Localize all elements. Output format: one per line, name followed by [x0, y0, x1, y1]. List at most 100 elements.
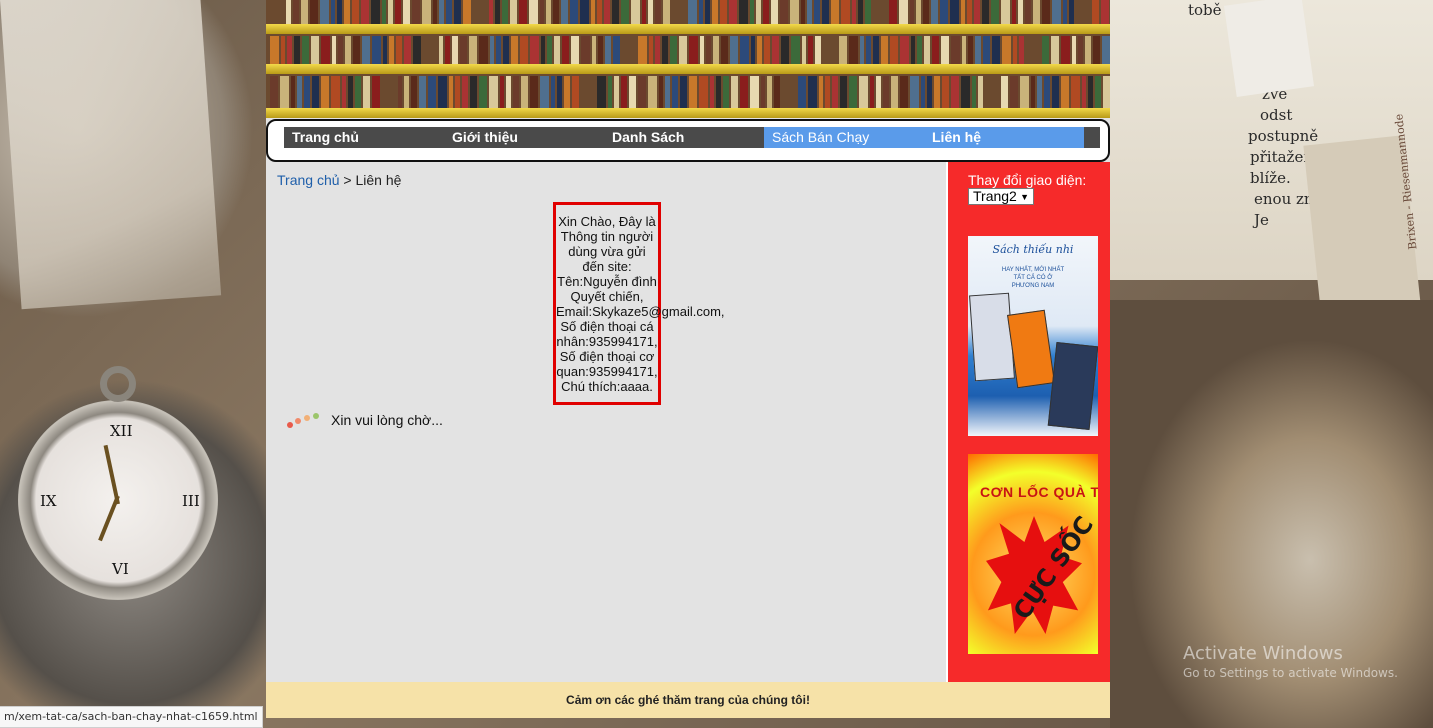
book-spine	[921, 76, 925, 108]
book-spine	[712, 0, 718, 24]
book-spine	[750, 0, 754, 24]
book-spine	[1033, 0, 1040, 24]
main-content: Trang chủ > Liên hệ Xin Chào, Đây là Thô…	[267, 162, 947, 682]
book-spine	[761, 76, 765, 108]
book-spine	[950, 0, 959, 24]
book-spine	[808, 76, 817, 108]
nav-item-contact[interactable]: Liên hệ	[924, 127, 1084, 148]
book-spine	[1001, 0, 1010, 24]
gift-promo-banner[interactable]: CƠN LỐC QUÀ TẶNG CỰC SỐC	[968, 454, 1098, 654]
book-spine	[772, 36, 779, 64]
book-spine	[689, 76, 697, 108]
book-spine	[782, 76, 796, 108]
book-spine	[1001, 76, 1008, 108]
background-photo-paper	[0, 0, 222, 310]
book-spine	[763, 0, 769, 24]
book-spine	[460, 36, 467, 64]
book-spine	[519, 0, 527, 24]
book-spine	[454, 0, 461, 24]
book-spine	[873, 0, 887, 24]
book-spine	[883, 76, 889, 108]
book-spine	[581, 36, 590, 64]
book-spine	[1082, 76, 1086, 108]
nav-item-list[interactable]: Danh Sách	[604, 127, 764, 148]
book-spine	[412, 0, 420, 24]
book-spine	[345, 36, 351, 64]
breadcrumb: Trang chủ > Liên hệ	[277, 172, 401, 188]
book-spine	[849, 36, 858, 64]
book-spine	[866, 36, 871, 64]
book-spine	[911, 36, 915, 64]
info-line: nhân:935994171,	[556, 334, 658, 349]
book-spine	[344, 0, 350, 24]
book-spine	[679, 36, 687, 64]
book-spine	[331, 76, 340, 108]
book-spine	[780, 0, 788, 24]
book-spine	[530, 36, 539, 64]
book-spine	[557, 76, 562, 108]
book-spine	[540, 0, 544, 24]
book-spine	[822, 0, 829, 24]
info-line: Số điện thoại cá	[560, 319, 654, 334]
book-spine	[1019, 36, 1024, 64]
book-spine	[968, 36, 973, 64]
book-spine	[688, 0, 697, 24]
nav-item-bestsellers[interactable]: Sách Bán Chạy	[764, 127, 924, 148]
book-spine	[978, 76, 983, 108]
book-spine	[553, 0, 559, 24]
book-spine	[511, 36, 518, 64]
book-spine	[388, 0, 393, 24]
book-spine	[891, 76, 898, 108]
book-spine	[301, 0, 308, 24]
book-spine	[951, 36, 960, 64]
book-spine	[881, 36, 888, 64]
breadcrumb-home-link[interactable]: Trang chủ	[277, 172, 340, 188]
book-spine	[352, 0, 359, 24]
book-spine	[1103, 76, 1110, 108]
book-spine	[473, 0, 487, 24]
info-line: Thông tin người	[560, 229, 654, 244]
book-spine	[530, 76, 538, 108]
book-spine	[849, 76, 857, 108]
book-spine	[910, 76, 919, 108]
book-spine	[670, 36, 677, 64]
theme-select[interactable]: Trang2 ▼	[968, 188, 1034, 205]
nav-item-about[interactable]: Giới thiệu	[444, 127, 604, 148]
nav-item-home[interactable]: Trang chủ	[284, 127, 444, 158]
book-spine	[489, 76, 498, 108]
book-spine	[832, 76, 838, 108]
book-spine	[740, 36, 749, 64]
book-spine	[291, 76, 295, 108]
book-spine	[562, 36, 569, 64]
book-spine	[297, 76, 302, 108]
book-spine	[1093, 36, 1100, 64]
book-spine	[710, 76, 714, 108]
book-spine	[455, 76, 460, 108]
book-spine	[961, 76, 970, 108]
book-spine	[865, 0, 871, 24]
book-spine	[398, 76, 402, 108]
book-spine	[321, 36, 330, 64]
book-spine	[975, 36, 981, 64]
book-spine	[520, 36, 528, 64]
info-line: đến site:	[582, 259, 632, 274]
book-spine	[281, 36, 285, 64]
book-spine	[807, 0, 812, 24]
book-spine	[1063, 0, 1067, 24]
book-spine	[942, 76, 949, 108]
children-books-banner[interactable]: Sách thiếu nhi HAY NHẤT, MỚI NHẤT TẤT CẢ…	[968, 236, 1098, 436]
background-postcard	[1223, 0, 1315, 97]
book-spine	[433, 0, 437, 24]
book-spine	[597, 0, 602, 24]
book-spine	[462, 76, 468, 108]
book-spine	[342, 76, 346, 108]
book-spine	[899, 0, 908, 24]
book-spine	[802, 36, 806, 64]
book-spine	[889, 0, 897, 24]
book-spine	[422, 0, 431, 24]
book-spine	[791, 36, 800, 64]
book-spine	[870, 76, 874, 108]
book-spine	[823, 36, 837, 64]
book-spine	[332, 36, 336, 64]
book-spine	[1061, 76, 1069, 108]
